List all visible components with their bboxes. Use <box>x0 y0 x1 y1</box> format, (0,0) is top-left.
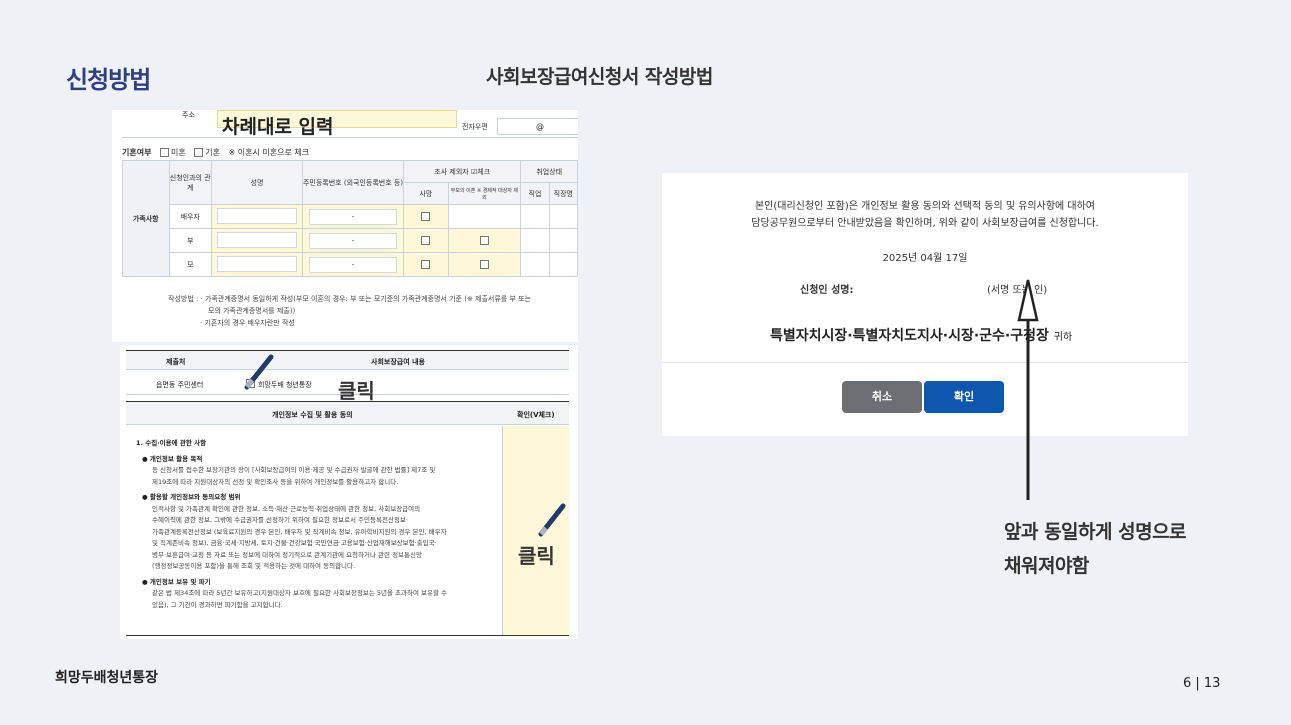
dialog-statement: 본인(대리신청인 포함)은 개인정보 활용 동의와 선택적 동의 및 유의사항에… <box>754 201 1095 212</box>
family-row-spouse: 배우자 - <box>122 204 578 229</box>
col-exclude: 조사 제외자 ☑체크 <box>403 160 522 183</box>
col-relation: 신청인과의 관계 <box>168 160 212 205</box>
consent-text: 가족관계등록전산정보 (보육료지원의 경우 본인, 배우자 및 직계비속 정보,… <box>152 527 447 536</box>
consent-subtitle: ● 개인정보 활용 목적 <box>142 454 203 463</box>
recipient-value: 읍면동 주민센터 <box>156 381 204 389</box>
application-date: 2025년 04월 17일 <box>882 253 968 264</box>
arrow-up-icon <box>1017 279 1039 500</box>
address-label: 주소 <box>182 111 195 119</box>
consent-form-screenshot: 제출처 사회보장급여 내용 읍면동 주민센터 희망두배 청년통장 클릭 개인정보… <box>120 345 578 639</box>
confirm-button[interactable]: 확인 <box>924 381 1004 413</box>
consent-body: 1. 수집·이용에 관한 사항 ● 개인정보 활용 목적 동 신청서를 접수한 … <box>126 426 501 636</box>
col-name: 성명 <box>210 160 303 205</box>
cancel-button[interactable]: 취소 <box>842 381 922 413</box>
consent-text: 및 직계존비속 정보), 금융·국세·지방세, 토지·건물·건강보험·국민연금·… <box>152 539 437 547</box>
col-employment: 취업상태 <box>520 160 578 183</box>
family-group-label: 가족사항 <box>122 160 170 277</box>
col-exclude-divorce: 부모의 이혼 ※ 경제적 대상자 제외 <box>447 182 522 205</box>
submission-header: 제출처 사회보장급여 내용 <box>126 350 569 370</box>
marital-label: 기혼여부 <box>122 148 152 157</box>
address-instruction: 차례대로 입력 <box>222 116 334 138</box>
family-row-father: 부 - <box>122 228 578 253</box>
section-title: 신청방법 <box>66 66 151 94</box>
col-emp-work: 직장명 <box>548 182 578 205</box>
exclude-checkbox[interactable] <box>421 236 431 245</box>
row-relation: 배우자 <box>168 204 212 229</box>
married-checkbox[interactable] <box>194 148 204 157</box>
divorce-checkbox[interactable] <box>479 236 489 245</box>
married-label: 기혼 <box>205 148 221 157</box>
exclude-checkbox[interactable] <box>421 260 431 269</box>
callout-line: 채워져야함 <box>1004 555 1089 577</box>
divider <box>662 362 1188 363</box>
consent-text: 병무·보훈급여·교정 등 자료 또는 정보에 대하여 정기적으로 관계기관에 요… <box>152 550 422 559</box>
note-line: · 가족관계증명서 동일하게 작성(부모 이혼의 경우: 부 또는 모기준의 가… <box>200 295 531 303</box>
name-field[interactable] <box>217 255 297 272</box>
note-line: · 기혼자의 경우 배우자란만 작성 <box>200 319 295 327</box>
consent-title: 개인정보 수집 및 활용 동의 <box>272 411 353 419</box>
consent-text: 있음), 그 기간이 경과하면 파기함을 고지합니다. <box>152 600 283 609</box>
col-rrn: 주민등록번호 (외국인등록번호 등) <box>301 160 405 205</box>
col-exclude-death: 사망 <box>403 182 449 205</box>
page-number: 6 | 13 <box>1183 676 1221 691</box>
family-form-screenshot: 주소 차례대로 입력 전자우편 @ 기혼여부 미혼 기혼 ※ 이혼시 미혼으로 … <box>112 110 578 342</box>
pen-icon <box>244 354 274 390</box>
email-label: 전자우편 <box>462 123 488 131</box>
consent-text: 같은 법 제34조에 따라 5년간 보유하고(지원대상자 보호에 필요한 사회보… <box>152 589 448 597</box>
family-table: 가족사항 신청인과의 관계 성명 주민등록번호 (외국인등록번호 등) 조사 제… <box>122 160 578 277</box>
consent-text: (행정정보공동이용 포함)을 통해 조회 및 적용하는 것에 대하여 동의합니다… <box>152 562 356 570</box>
writing-guide: 작성방법 : · 가족관계증명서 동일하게 작성(부모 이혼의 경우: 부 또는… <box>168 293 568 329</box>
consent-check-col: 확인(V체크) <box>517 411 555 419</box>
email-field[interactable]: @ <box>497 118 578 135</box>
name-field[interactable] <box>217 231 297 248</box>
signature-callout: 앞과 동일하게 성명으로 채워져야함 <box>1004 515 1187 583</box>
footer-brand: 희망두배청년통장 <box>55 670 159 686</box>
consent-section: 1. 수집·이용에 관한 사항 <box>136 439 207 447</box>
dialog-statement: 담당공무원으로부터 안내받았음을 확인하며, 위와 같이 사회보장급여를 신청합… <box>751 218 1099 229</box>
col-emp-job: 직업 <box>520 182 550 205</box>
authority-name: 특별자치시장·특별자치도지사·시장·군수·구청장 <box>770 328 1049 344</box>
click-annotation: 클릭 <box>518 544 555 568</box>
exclude-checkbox[interactable] <box>421 212 431 221</box>
consent-subtitle: ● 활용할 개인정보와 동의요청 범위 <box>142 493 241 501</box>
applicant-label: 신청인 성명: <box>800 285 854 296</box>
note-line: 모의 가족관계증명서를 제출)) <box>208 307 296 315</box>
col-recipient: 제출처 <box>166 358 186 366</box>
rrn-field[interactable]: - <box>308 232 398 249</box>
row-relation: 모 <box>168 252 212 277</box>
rrn-field[interactable]: - <box>308 256 398 273</box>
marital-note: ※ 이혼시 미혼으로 체크 <box>228 148 310 157</box>
pen-icon <box>538 503 566 537</box>
authority-suffix: 귀하 <box>1053 332 1073 343</box>
name-field[interactable] <box>217 207 297 224</box>
note-label: 작성방법 : <box>168 295 199 303</box>
marital-status: 기혼여부 미혼 기혼 ※ 이혼시 미혼으로 체크 <box>122 147 309 158</box>
family-row-mother: 모 - <box>122 252 578 277</box>
consent-header: 개인정보 수집 및 활용 동의 확인(V체크) <box>126 401 569 425</box>
callout-line: 앞과 동일하게 성명으로 <box>1004 521 1187 543</box>
col-content: 사회보장급여 내용 <box>371 358 425 366</box>
page-title: 사회보장급여신청서 작성방법 <box>486 66 713 88</box>
consent-text: 제19조에 따라 지원대상자의 선정 및 확인조사 등을 위하여 개인정보를 활… <box>152 477 399 486</box>
rrn-field[interactable]: - <box>308 208 398 225</box>
address-row: 주소 차례대로 입력 전자우편 @ <box>122 110 578 138</box>
consent-text: 동 신청서를 접수한 보장기관의 장이 [사회보장급여의 이용·제공 및 수급권… <box>152 466 436 474</box>
divider <box>126 635 569 636</box>
consent-text: 수혜이력에 관한 정보, 그밖에 수급권자를 선정하기 위하여 필요한 정보로서… <box>152 516 408 524</box>
divorce-checkbox[interactable] <box>479 260 489 269</box>
consent-text: 인적사항 및 가족관계 확인에 관한 정보, 소득·재산·근로능력·취업상태에 … <box>152 504 421 513</box>
click-annotation: 클릭 <box>338 379 375 403</box>
consent-subtitle: ● 개인정보 보유 및 파기 <box>142 577 211 586</box>
authority-line: 특별자치시장·특별자치도지사·시장·군수·구청장 귀하 <box>770 325 1110 345</box>
row-relation: 부 <box>168 228 212 253</box>
confirmation-dialog: 본인(대리신청인 포함)은 개인정보 활용 동의와 선택적 동의 및 유의사항에… <box>662 173 1188 436</box>
unmarried-checkbox[interactable] <box>160 148 169 157</box>
unmarried-label: 미혼 <box>171 148 186 157</box>
disabled-cell <box>447 204 522 229</box>
